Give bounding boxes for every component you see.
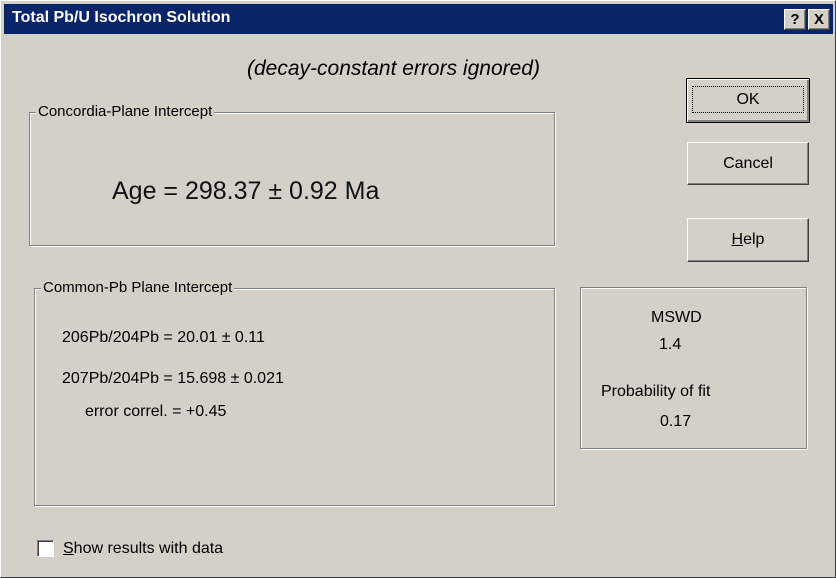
show-results-checkbox[interactable] [37,540,54,557]
isochron-solution-dialog: Total Pb/U Isochron Solution ? X (decay-… [0,0,836,578]
common-pb-group-label: Common-Pb Plane Intercept [41,279,235,297]
help-button[interactable]: Help [687,218,809,262]
subtitle-note: (decay-constant errors ignored) [247,57,540,80]
probability-value: 0.17 [660,413,692,430]
mswd-value: 1.4 [659,336,682,353]
ok-button-label: OK [692,86,804,113]
help-button-label: elp [743,231,765,248]
ratio-206-204: 206Pb/204Pb = 20.01 ± 0.11 [62,329,265,346]
age-result: Age = 298.37 ± 0.92 Ma [112,177,380,205]
title-bar[interactable]: Total Pb/U Isochron Solution ? X [4,4,833,34]
help-question-icon[interactable]: ? [784,9,806,30]
show-results-label[interactable]: Show results with data [63,540,223,558]
common-pb-intercept-group: Common-Pb Plane Intercept [34,279,555,506]
close-icon[interactable]: X [808,9,830,30]
show-results-mnemonic: S [63,540,74,557]
mswd-label: MSWD [651,309,702,326]
probability-label: Probability of fit [601,383,711,400]
help-button-mnemonic: H [731,231,744,248]
window-title: Total Pb/U Isochron Solution [12,9,231,26]
ok-button[interactable]: OK [686,78,810,123]
show-results-label-text: how results with data [73,540,224,557]
error-correlation: error correl. = +0.45 [85,403,227,420]
concordia-group-label: Concordia-Plane Intercept [36,103,215,121]
ratio-207-204: 207Pb/204Pb = 15.698 ± 0.021 [62,370,284,387]
cancel-button[interactable]: Cancel [687,142,809,185]
